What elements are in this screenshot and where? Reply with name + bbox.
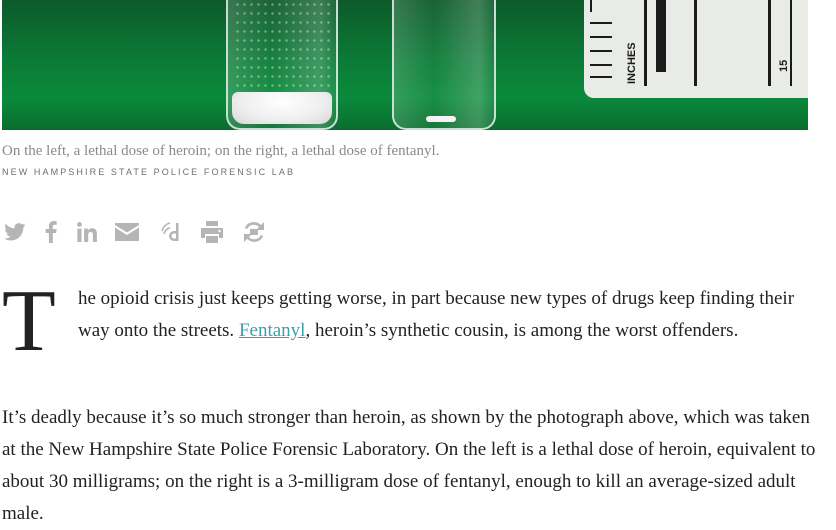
ruler-inches-label: INCHES [626, 42, 638, 84]
body-paragraph: It’s deadly because it’s so much stronge… [2, 407, 816, 524]
fentanyl-link[interactable]: Fentanyl [239, 320, 306, 341]
lead-text-end: , heroin’s synthetic cousin, is among th… [305, 320, 739, 341]
reprint-icon[interactable] [239, 216, 269, 248]
photo-caption: On the left, a lethal dose of heroin; on… [2, 143, 440, 159]
facebook-icon[interactable] [36, 216, 66, 248]
fentanyl-powder [426, 116, 456, 122]
ruler-number: 15 [778, 59, 790, 72]
fentanyl-vial [392, 0, 496, 130]
print-icon[interactable] [197, 216, 227, 248]
email-icon[interactable] [112, 216, 142, 248]
drop-cap: T [2, 273, 56, 370]
linkedin-icon[interactable] [72, 216, 102, 248]
digg-icon[interactable] [156, 216, 186, 248]
scale-ruler: INCHES 15 [584, 0, 808, 98]
article-photo: INCHES 15 [2, 0, 808, 130]
heroin-vial [226, 0, 338, 130]
photo-credit: NEW HAMPSHIRE STATE POLICE FORENSIC LAB [2, 167, 296, 177]
lead-paragraph: he opioid crisis just keeps getting wors… [78, 283, 823, 347]
heroin-powder [232, 92, 332, 124]
twitter-icon[interactable] [0, 216, 30, 248]
